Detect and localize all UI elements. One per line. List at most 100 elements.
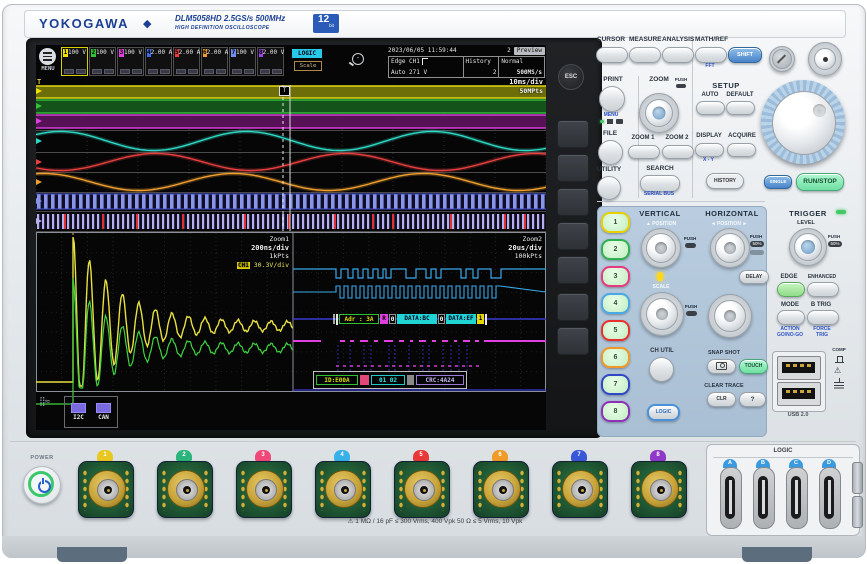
zoom1-button[interactable] (628, 145, 660, 159)
search-button[interactable] (640, 175, 680, 192)
ch-util-button[interactable] (649, 357, 674, 382)
channel-2-button[interactable]: 2 (601, 239, 630, 260)
softkey-6[interactable] (557, 293, 589, 321)
persistence-icon: ⣿≈ (39, 397, 50, 407)
channel-4-button[interactable]: 4 (601, 293, 630, 314)
bnc-ring (483, 470, 521, 508)
math-ref-button[interactable] (695, 47, 727, 63)
single-button[interactable]: SINGLE (764, 175, 792, 189)
file-button[interactable] (598, 140, 623, 165)
vertical-push-slot (685, 243, 696, 248)
trigger-mode-button[interactable] (777, 310, 805, 325)
measure-button[interactable] (629, 47, 661, 63)
channel-cell-2[interactable]: 2 100 V (89, 47, 116, 76)
logic-button[interactable]: LOGIC (647, 404, 680, 421)
i2c-bus-badge[interactable]: I2C (71, 403, 86, 421)
vertical-scale-knob[interactable] (646, 298, 678, 330)
zoom-search-icon[interactable]: - (352, 53, 364, 65)
cursor-button[interactable] (596, 47, 628, 63)
horizontal-position-knob[interactable] (715, 233, 745, 263)
print-button[interactable] (599, 86, 625, 112)
vertical-position-knob[interactable] (646, 233, 676, 263)
zoom-knob[interactable] (645, 99, 673, 127)
bnc-connector-ch5[interactable] (394, 461, 450, 518)
help-button[interactable]: ? (739, 392, 766, 407)
can-bus-badge[interactable]: CAN (96, 403, 111, 421)
menu-button[interactable] (39, 48, 56, 65)
channel-1-button[interactable]: 1 (601, 212, 630, 233)
trigger-led (836, 210, 846, 214)
channel-3-button[interactable]: 3 (601, 266, 630, 287)
touch-button[interactable]: TOUCH (739, 359, 768, 374)
preview-badge: Preview (513, 46, 545, 55)
jog-shuttle-knob[interactable] (772, 91, 836, 155)
device-foot-right (742, 547, 812, 562)
adjust-knob[interactable] (772, 49, 792, 69)
default-setup-button[interactable] (726, 101, 755, 115)
softkey-1[interactable] (557, 120, 589, 148)
display-button[interactable] (695, 143, 724, 157)
analysis-button[interactable] (662, 47, 694, 63)
softkey-3[interactable] (557, 188, 589, 216)
acquire-button[interactable] (727, 143, 756, 157)
channel-scale-value: 2.00 A (150, 49, 173, 56)
edge-trigger-button[interactable] (777, 282, 805, 297)
channel-6-button[interactable]: 6 (601, 347, 630, 368)
bnc-connector-ch4[interactable] (315, 461, 371, 518)
clear-trace-button[interactable]: CLR (707, 392, 736, 407)
utility-button[interactable] (597, 176, 621, 200)
bnc-connector-ch3[interactable] (236, 461, 292, 518)
scale-badge[interactable]: Scale (294, 61, 322, 71)
auto-setup-button[interactable] (696, 101, 725, 115)
channel-cell-8[interactable]: 8 2.00 V (257, 47, 284, 76)
channel-cell-4[interactable]: 4 2.00 A (145, 47, 172, 76)
delay-button[interactable]: DELAY (739, 270, 769, 284)
softkey-4[interactable] (557, 222, 589, 250)
channel-7-button[interactable]: 7 (601, 374, 630, 395)
run-stop-button[interactable]: RUN/STOP (796, 173, 844, 191)
esc-button[interactable]: ESC (558, 64, 584, 90)
select-knob[interactable] (814, 48, 836, 70)
channel-cell-7[interactable]: 7 100 V (229, 47, 256, 76)
channel-8-button[interactable]: 8 (601, 401, 630, 422)
bnc-connector-ch8[interactable] (631, 461, 687, 518)
i2c-ack-bit: 0 (389, 314, 396, 324)
logic-port-D[interactable] (819, 467, 841, 529)
shift-button[interactable]: SHIFT (728, 47, 762, 63)
logic-probe-panel: LOGIC ABCD (706, 444, 860, 536)
enhanced-trigger-button[interactable] (807, 282, 839, 297)
trigger-level-marker: T (37, 78, 42, 86)
i2c-ack-bit: 0 (438, 314, 445, 324)
logic-badge[interactable]: LOGIC (292, 49, 322, 58)
coupling-mark (231, 69, 242, 74)
bnc-connector-ch1[interactable] (78, 461, 134, 518)
channel-cell-1[interactable]: 1 100 V (61, 47, 88, 76)
bnc-connector-ch2[interactable] (157, 461, 213, 518)
timebase-knob[interactable] (714, 300, 746, 332)
logic-port-C[interactable] (786, 467, 808, 529)
bnc-connector-ch7[interactable] (552, 461, 608, 518)
channel-cell-6[interactable]: 6 2.00 A (201, 47, 228, 76)
logic-port-A[interactable] (720, 467, 742, 529)
power-button[interactable] (23, 466, 61, 504)
snapshot-button[interactable] (707, 359, 736, 374)
bnc-connector-ch6[interactable] (473, 461, 529, 518)
softkey-7[interactable] (557, 327, 589, 355)
logic-port-B[interactable] (753, 467, 775, 529)
channel-5-button[interactable]: 5 (601, 320, 630, 341)
b-trigger-button[interactable] (807, 310, 839, 325)
impedance-mark (131, 69, 142, 74)
zoom2-button[interactable] (662, 145, 694, 159)
channel-cell-3[interactable]: 3 100 V (117, 47, 144, 76)
screen[interactable]: MENU 1 100 V 2 100 V 3 100 V 4 2.00 A 5 2.00 A 6 2.… (36, 45, 546, 430)
usb-port-2[interactable] (777, 382, 821, 406)
usb-port-1[interactable] (777, 356, 821, 380)
trigger-push-slot: 50% (828, 241, 842, 247)
softkey-5[interactable] (557, 256, 589, 284)
trigger-level-knob[interactable] (794, 233, 822, 261)
history-button[interactable]: HISTORY (706, 173, 744, 189)
channel-cell-5[interactable]: 5 2.00 A (173, 47, 200, 76)
softkey-2[interactable] (557, 154, 589, 182)
timebase-readout: 10ms/div (509, 78, 543, 86)
input-rating-warning: ⚠ 1 MΩ / 16 pF ≤ 300 Vrms, 400 Vpk 50 Ω … (347, 518, 523, 525)
